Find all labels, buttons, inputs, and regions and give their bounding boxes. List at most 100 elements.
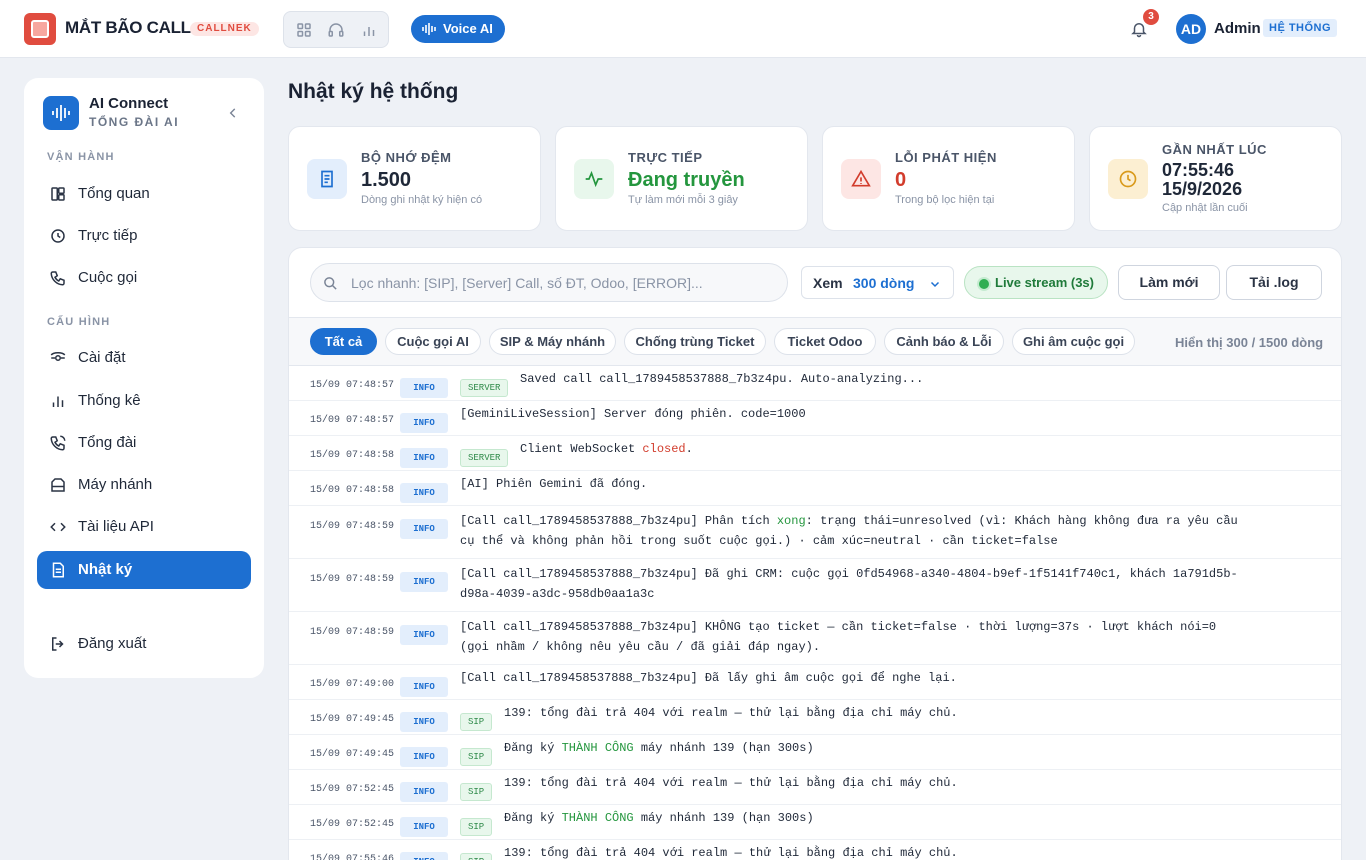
log-text: máy nhánh 139 (hạn 300s) xyxy=(633,741,814,755)
brand-logo-icon[interactable] xyxy=(24,13,56,45)
log-text: [Call call_1789458537888_7b3z4pu] Đã ghi… xyxy=(460,567,1238,601)
card-value-date: 15/9/2026 xyxy=(1162,179,1243,199)
log-message: Client WebSocket closed. xyxy=(520,439,1310,459)
log-message: [AI] Phiên Gemini đã đóng. xyxy=(460,474,1250,494)
role-badge: HỆ THỐNG xyxy=(1263,19,1338,37)
sidebar-item-api-docs[interactable]: Tài liệu API xyxy=(37,508,251,546)
log-row: 15/09 07:52:45 INFO SIP Đăng ký THÀNH CÔNG … xyxy=(289,805,1341,840)
log-message: 139: tổng đài trả 404 với realm — thử lạ… xyxy=(504,703,1294,723)
section-label-operations: VẬN HÀNH xyxy=(47,151,115,163)
sidebar-item-extensions[interactable]: Máy nhánh xyxy=(37,466,251,504)
log-message: 139: tổng đài trả 404 với realm — thử lạ… xyxy=(504,773,1294,793)
bar-chart-icon[interactable] xyxy=(360,21,378,39)
card-subtext: Dòng ghi nhật ký hiện có xyxy=(361,194,483,206)
top-bar: MẮT BÃO CALL CALLNEK Voice AI 3 AD Admin… xyxy=(0,0,1366,58)
log-source-tag: SIP xyxy=(460,783,493,801)
log-row: 15/09 07:49:45 INFO SIP Đăng ký THÀNH CÔNG … xyxy=(289,735,1341,770)
sidebar: AI Connect TỔNG ĐÀI AI VẬN HÀNH Tổng qua… xyxy=(24,78,264,678)
log-row: 15/09 07:48:57 INFO SERVER Saved call call_… xyxy=(289,366,1341,401)
page-title: Nhật ký hệ thống xyxy=(288,80,459,103)
document-icon xyxy=(307,159,347,199)
log-timestamp: 15/09 07:48:59 xyxy=(310,521,395,532)
bar-chart-icon xyxy=(52,396,64,407)
sidebar-item-label: Thống kê xyxy=(78,392,141,409)
download-log-button[interactable]: Tải .log xyxy=(1226,265,1322,300)
filter-chip-sip[interactable]: SIP & Máy nhánh xyxy=(489,328,616,355)
sidebar-item-logs[interactable]: Nhật ký xyxy=(37,551,251,589)
filter-chip-all[interactable]: Tất cả xyxy=(310,328,377,355)
sidebar-item-label: Tổng đài xyxy=(78,434,137,451)
chevron-left-icon[interactable] xyxy=(226,106,240,120)
live-stream-toggle[interactable]: Live stream (3s) xyxy=(964,266,1108,299)
filter-chip-odoo[interactable]: Ticket Odoo xyxy=(774,328,876,355)
log-level-badge: INFO xyxy=(400,625,448,645)
sidebar-item-live[interactable]: Trực tiếp xyxy=(37,217,251,255)
log-level-badge: INFO xyxy=(400,712,448,732)
rows-select-label: Xem xyxy=(813,275,843,291)
dashboard-icon xyxy=(51,187,65,201)
search-input[interactable] xyxy=(351,273,771,293)
log-message: [Call call_1789458537888_7b3z4pu] Đã lấy… xyxy=(460,668,1250,688)
log-text: [AI] Phiên Gemini đã đóng. xyxy=(460,477,648,491)
filter-chip-dedupe[interactable]: Chống trùng Ticket xyxy=(624,328,766,355)
log-text: [GeminiLiveSession] Server đóng phiên. c… xyxy=(460,407,806,421)
sidebar-subtitle: TỔNG ĐÀI AI xyxy=(89,115,180,129)
log-timestamp: 15/09 07:49:45 xyxy=(310,714,395,725)
sidebar-item-label: Cài đặt xyxy=(78,349,126,366)
brand-name[interactable]: MẮT BÃO CALL xyxy=(65,18,191,38)
log-row: 15/09 07:48:59 INFO [Call call_17894585378… xyxy=(289,612,1341,665)
log-text: [Call call_1789458537888_7b3z4pu] KHÔNG … xyxy=(460,620,1224,654)
log-row: 15/09 07:48:59 INFO [Call call_17894585378… xyxy=(289,506,1341,559)
log-message: [Call call_1789458537888_7b3z4pu] KHÔNG … xyxy=(460,617,1250,657)
sidebar-item-label: Tổng quan xyxy=(78,185,150,202)
sidebar-item-settings[interactable]: Cài đặt xyxy=(37,339,251,377)
rows-select[interactable]: Xem 300 dòng xyxy=(801,266,954,299)
sidebar-item-overview[interactable]: Tổng quan xyxy=(37,175,251,213)
live-dot-icon xyxy=(979,279,989,289)
filter-chip-ai-calls[interactable]: Cuộc gọi AI xyxy=(385,328,481,355)
log-timestamp: 15/09 07:49:45 xyxy=(310,749,395,760)
log-text: máy nhánh 139 (hạn 300s) xyxy=(633,811,814,825)
rows-select-value: 300 dòng xyxy=(853,275,915,291)
log-message: [Call call_1789458537888_7b3z4pu] Phân t… xyxy=(460,511,1250,551)
card-subtext: Tự làm mới mỗi 3 giây xyxy=(628,194,738,206)
log-message: Saved call call_1789458537888_7b3z4pu. A… xyxy=(520,369,1310,389)
card-value: 1.500 xyxy=(361,169,412,191)
filter-bar: Tất cả Cuộc gọi AI SIP & Máy nhánh Chống… xyxy=(289,317,1341,366)
clock-icon xyxy=(1108,159,1148,199)
log-panel: Xem 300 dòng Live stream (3s) Làm mới Tả… xyxy=(288,247,1342,860)
filter-chip-warnings[interactable]: Cảnh báo & Lỗi xyxy=(884,328,1004,355)
headset-icon[interactable] xyxy=(327,21,345,39)
sidebar-item-pbx[interactable]: Tổng đài xyxy=(37,424,251,462)
log-level-badge: INFO xyxy=(400,483,448,503)
log-level-badge: INFO xyxy=(400,413,448,433)
logout-button[interactable]: Đăng xuất xyxy=(37,625,251,663)
filter-chip-recordings[interactable]: Ghi âm cuộc gọi xyxy=(1012,328,1135,355)
grid-icon[interactable] xyxy=(295,21,313,39)
waveform-icon xyxy=(422,23,436,35)
voice-ai-button[interactable]: Voice AI xyxy=(411,15,505,43)
settings-icon xyxy=(50,352,66,361)
section-label-config: CẤU HÌNH xyxy=(47,316,111,328)
stat-card-live: TRỰC TIẾP Đang truyền Tự làm mới mỗi 3 g… xyxy=(555,126,808,231)
log-level-badge: INFO xyxy=(400,448,448,468)
card-label: BỘ NHỚ ĐỆM xyxy=(361,150,452,165)
sidebar-item-stats[interactable]: Thống kê xyxy=(37,382,251,420)
log-row: 15/09 07:48:57 INFO [GeminiLiveSession] Se… xyxy=(289,401,1341,436)
log-text: Saved call call_1789458537888_7b3z4pu. A… xyxy=(520,372,924,386)
avatar[interactable]: AD xyxy=(1176,14,1206,44)
log-text: . xyxy=(685,442,693,456)
log-message: Đăng ký THÀNH CÔNG máy nhánh 139 (hạn 30… xyxy=(504,738,1294,758)
sidebar-item-calls[interactable]: Cuộc gọi xyxy=(37,259,251,297)
logout-icon xyxy=(52,637,64,651)
refresh-button[interactable]: Làm mới xyxy=(1118,265,1220,300)
log-timestamp: 15/09 07:48:58 xyxy=(310,485,395,496)
live-stream-label: Live stream (3s) xyxy=(995,275,1094,290)
log-level-badge: INFO xyxy=(400,817,448,837)
user-name[interactable]: Admin xyxy=(1214,20,1261,37)
log-level-badge: INFO xyxy=(400,572,448,592)
log-message: 139: tổng đài trả 404 với realm — thử lạ… xyxy=(504,843,1294,860)
log-text: Đăng ký xyxy=(504,741,562,755)
card-label: GẦN NHẤT LÚC xyxy=(1162,142,1267,157)
log-text: Client WebSocket xyxy=(520,442,643,456)
